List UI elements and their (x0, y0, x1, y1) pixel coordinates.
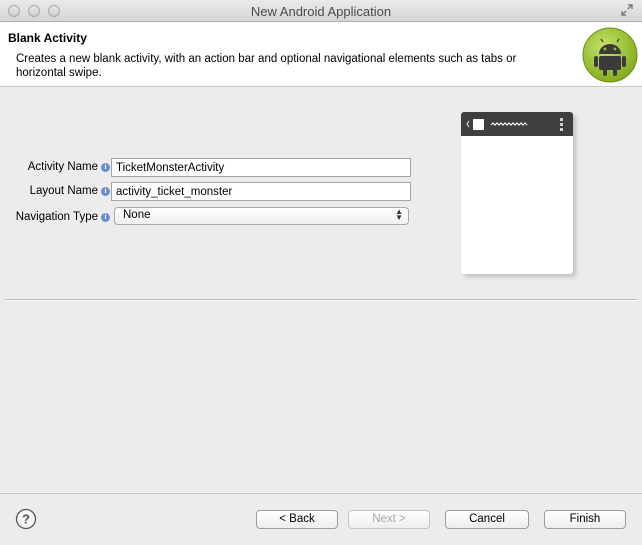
window-titlebar: New Android Application (0, 0, 642, 22)
activity-name-input[interactable] (111, 158, 411, 177)
question-icon[interactable]: ? (15, 508, 37, 530)
back-button[interactable]: < Back (256, 510, 338, 529)
preview-action-bar (461, 112, 573, 136)
layout-name-label: Layout Name (29, 185, 98, 197)
overflow-menu-icon (560, 118, 563, 131)
android-logo (582, 27, 638, 83)
activity-preview (461, 112, 573, 274)
navigation-type-label: Navigation Type (15, 211, 98, 223)
chevron-left-icon (466, 120, 470, 128)
navigation-type-select[interactable]: None ▲ ▼ (114, 207, 409, 225)
wizard-header: Blank Activity Creates a new blank activ… (0, 22, 642, 87)
activity-name-label: Activity Name (27, 161, 98, 173)
info-icon: i (101, 187, 110, 196)
layout-name-input[interactable] (111, 182, 411, 201)
separator (5, 299, 637, 301)
finish-button[interactable]: Finish (544, 510, 626, 529)
button-bar-separator (0, 493, 642, 494)
app-icon (473, 119, 484, 130)
info-icon: i (101, 213, 110, 222)
cancel-button[interactable]: Cancel (445, 510, 529, 529)
svg-text:?: ? (22, 512, 30, 527)
navigation-type-value: None (123, 209, 151, 221)
title-squiggle (490, 122, 528, 126)
page-description: Creates a new blank activity, with an ac… (16, 53, 517, 79)
updown-chevron-icon: ▲ ▼ (395, 207, 403, 222)
info-icon: i (101, 163, 110, 172)
window-title: New Android Application (250, 4, 392, 19)
page-title: Blank Activity (8, 31, 87, 45)
next-button[interactable]: Next > (348, 510, 430, 529)
fullscreen-icon[interactable] (620, 3, 634, 17)
